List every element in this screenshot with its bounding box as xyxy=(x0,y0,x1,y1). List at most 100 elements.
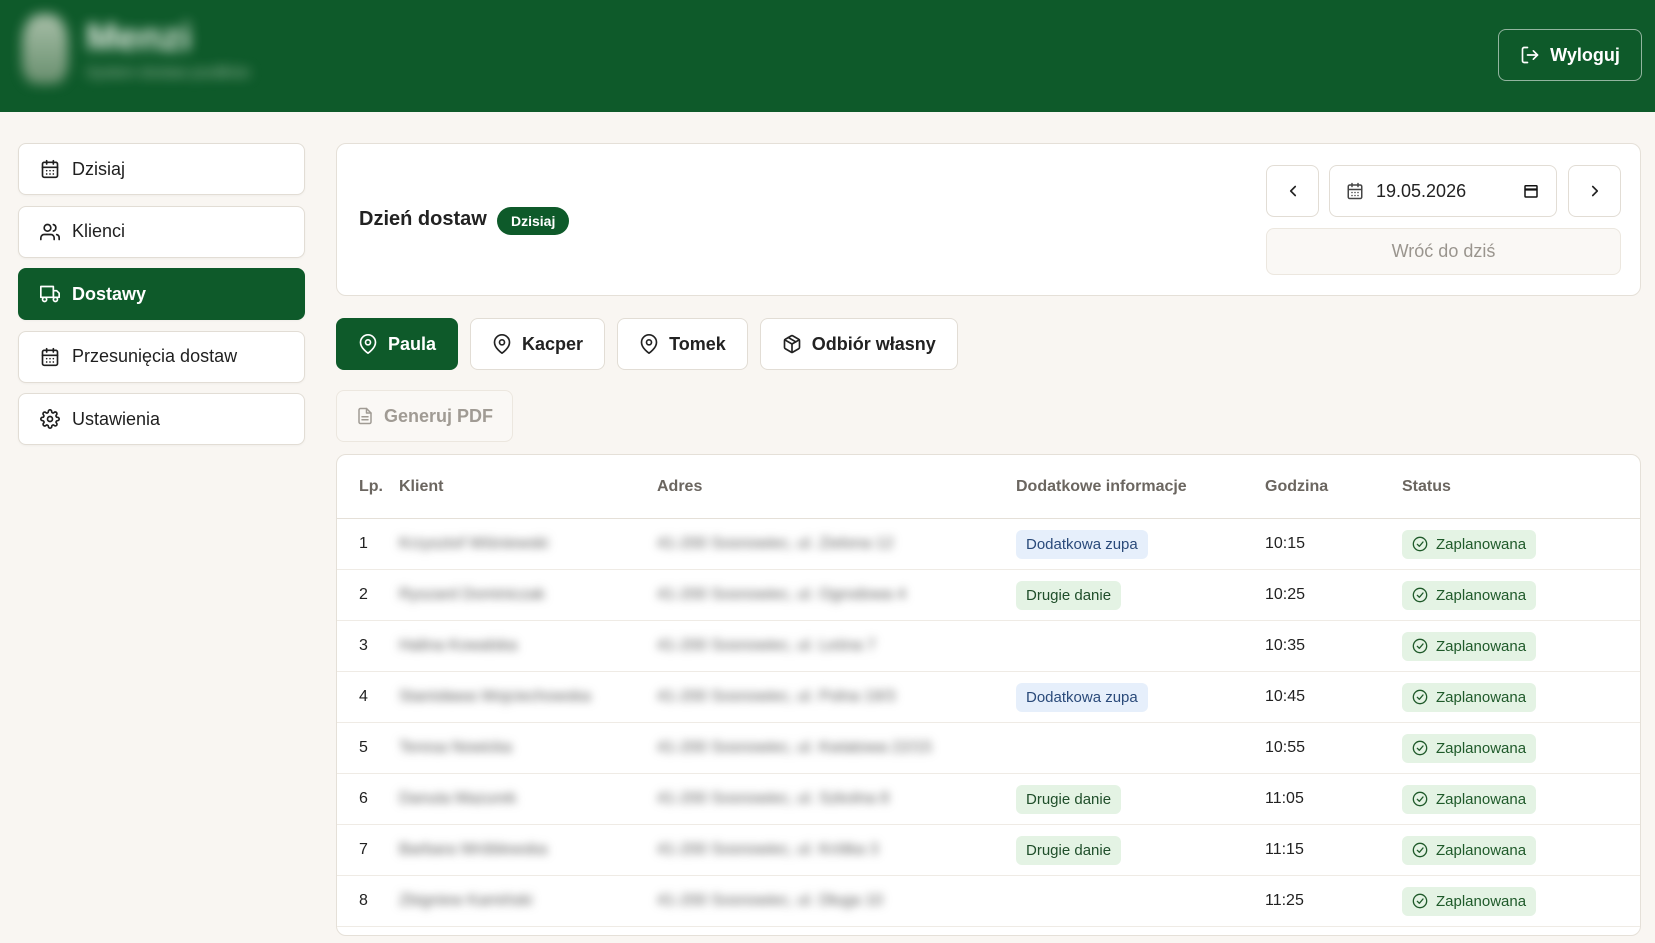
cell-client: Stanisława Wojciechowska xyxy=(399,688,591,705)
sidebar-item-label: Ustawienia xyxy=(72,408,161,429)
cell-client: Halina Kowalska xyxy=(399,637,518,654)
brand-subtitle: System dostaw posiłków xyxy=(86,64,250,81)
column-header-lp: Lp. xyxy=(359,477,383,495)
sidebar-item-przesuniecia[interactable]: Przesunięcia dostaw xyxy=(18,330,305,383)
check-circle-icon xyxy=(1412,740,1428,756)
table-row[interactable]: 7 Barbara Wróblewska 41-200 Sosnowiec, ul.… xyxy=(337,825,1640,876)
sidebar-item-ustawienia[interactable]: Ustawienia xyxy=(18,393,305,445)
logout-label: Wyloguj xyxy=(1550,44,1620,65)
status-badge: Zaplanowana xyxy=(1402,529,1537,559)
tab-label: Odbiór własny xyxy=(811,333,936,354)
cell-client: Danuta Mazurek xyxy=(399,790,517,807)
info-tag: Dodatkowa zupa xyxy=(1016,529,1148,559)
date-input[interactable]: 19.05.2026 xyxy=(1329,165,1557,217)
tab-odbior-wlasny[interactable]: Odbiór własny xyxy=(759,318,958,370)
cell-address: 41-200 Sosnowiec, ul. Zielona 12 xyxy=(657,535,894,552)
cell-info: Drugie danie xyxy=(1016,580,1265,610)
next-day-button[interactable] xyxy=(1568,165,1621,217)
cell-client: Zbigniew Kamiński xyxy=(399,892,533,909)
cell-time: 11:25 xyxy=(1265,892,1304,909)
tab-paula[interactable]: Paula xyxy=(336,318,459,370)
sidebar-item-dostawy[interactable]: Dostawy xyxy=(18,268,305,320)
cell-client: Barbara Wróblewska xyxy=(399,841,548,858)
cell-client: Teresa Nowicka xyxy=(399,739,512,756)
status-badge: Zaplanowana xyxy=(1402,580,1537,610)
calendar-picker-icon[interactable] xyxy=(1522,182,1540,200)
sidebar-item-label: Klienci xyxy=(72,221,126,241)
deliveries-table: Lp. Klient Adres Dodatkowe informacje Go… xyxy=(336,454,1641,936)
column-header-info: Dodatkowe informacje xyxy=(1016,477,1187,495)
column-header-adres: Adres xyxy=(657,477,703,495)
sidebar-item-label: Dostawy xyxy=(72,283,147,304)
status-label: Zaplanowana xyxy=(1436,790,1527,808)
column-header-godzina: Godzina xyxy=(1265,477,1329,495)
cell-lp: 3 xyxy=(359,637,368,654)
cell-time: 10:55 xyxy=(1265,739,1306,756)
info-tag: Drugie danie xyxy=(1016,835,1122,865)
check-circle-icon xyxy=(1412,587,1428,603)
sidebar-item-klienci[interactable]: Klienci xyxy=(18,205,305,258)
cell-lp: 2 xyxy=(359,586,368,603)
cell-client: Krzysztof Wiśniewski xyxy=(399,535,549,552)
file-text-icon xyxy=(358,407,372,425)
table-row[interactable]: 8 Zbigniew Kamiński 41-200 Sosnowiec, ul. … xyxy=(337,876,1640,927)
column-header-status: Status xyxy=(1402,477,1451,495)
previous-day-button[interactable] xyxy=(1266,165,1319,217)
table-row[interactable]: 4 Stanisława Wojciechowska 41-200 Sosnowie… xyxy=(337,672,1640,723)
cell-address: 41-200 Sosnowiec, ul. Kwiatowa 22/15 xyxy=(657,739,932,756)
table-row[interactable]: 5 Teresa Nowicka 41-200 Sosnowiec, ul. Kwi… xyxy=(337,723,1640,774)
table-row[interactable]: 6 Danuta Mazurek 41-200 Sosnowiec, ul. Szk… xyxy=(337,774,1640,825)
back-to-today-button[interactable]: Wróć do dziś xyxy=(1266,228,1621,275)
cell-address: 41-200 Sosnowiec, ul. Leśna 7 xyxy=(657,637,876,654)
users-icon xyxy=(40,223,60,240)
cell-time: 11:05 xyxy=(1265,790,1304,807)
cell-info: Drugie danie xyxy=(1016,784,1265,814)
table-row[interactable]: 1 Krzysztof Wiśniewski 41-200 Sosnowiec, u… xyxy=(337,519,1640,570)
status-label: Zaplanowana xyxy=(1436,535,1527,553)
check-circle-icon xyxy=(1412,638,1428,654)
chevron-left-icon xyxy=(1289,185,1296,197)
cell-time: 10:45 xyxy=(1265,688,1306,705)
courier-tabs: Paula Kacper Tomek Odbiór własny xyxy=(336,318,958,370)
table-row[interactable]: 2 Ryszard Dominiczak 41-200 Sosnowiec, ul.… xyxy=(337,570,1640,621)
generate-pdf-button[interactable]: Generuj PDF xyxy=(336,390,513,442)
delivery-day-card: Dzień dostaw Dzisiaj 19.05.2026 Wróć do … xyxy=(336,143,1641,296)
sidebar-item-label: Przesunięcia dostaw xyxy=(72,346,238,366)
brand-name: Menzi xyxy=(86,17,192,59)
cell-info: Drugie danie xyxy=(1016,835,1265,865)
status-label: Zaplanowana xyxy=(1436,841,1527,859)
status-label: Zaplanowana xyxy=(1436,586,1527,604)
tab-kacper[interactable]: Kacper xyxy=(470,318,606,370)
status-label: Zaplanowana xyxy=(1436,892,1527,910)
calendar-icon xyxy=(1347,182,1363,200)
cell-lp: 5 xyxy=(359,739,368,756)
cell-address: 41-200 Sosnowiec, ul. Ogrodowa 4 xyxy=(657,586,907,603)
cell-lp: 8 xyxy=(359,892,368,909)
sidebar: Dzisiaj Klienci Dostawy Przesunięcia dos… xyxy=(18,143,305,456)
today-badge: Dzisiaj xyxy=(497,207,570,235)
cell-lp: 6 xyxy=(359,790,368,807)
tab-tomek[interactable]: Tomek xyxy=(617,318,748,370)
date-value: 19.05.2026 xyxy=(1376,180,1467,201)
cell-address: 41-200 Sosnowiec, ul. Polna 19/3 xyxy=(657,688,896,705)
cell-lp: 7 xyxy=(359,841,368,858)
pdf-label: Generuj PDF xyxy=(383,405,494,426)
cell-address: 41-200 Sosnowiec, ul. Krótka 3 xyxy=(657,841,879,858)
tab-label: Tomek xyxy=(669,333,726,354)
info-tag: Drugie danie xyxy=(1016,784,1122,814)
cell-info: Dodatkowa zupa xyxy=(1016,682,1265,712)
log-out-icon xyxy=(1521,46,1539,64)
cell-time: 10:25 xyxy=(1265,586,1306,603)
cell-lp: 1 xyxy=(359,535,368,552)
gear-icon xyxy=(40,409,60,429)
logout-button[interactable]: Wyloguj xyxy=(1498,29,1642,81)
status-label: Zaplanowana xyxy=(1436,637,1527,655)
sidebar-item-label: Dzisiaj xyxy=(72,158,126,179)
sidebar-item-dzisiaj[interactable]: Dzisiaj xyxy=(18,143,305,195)
truck-icon xyxy=(40,285,60,303)
table-row[interactable]: 3 Halina Kowalska 41-200 Sosnowiec, ul. Le… xyxy=(337,621,1640,672)
check-circle-icon xyxy=(1412,689,1428,705)
brand-logo xyxy=(22,14,68,84)
tab-label: Kacper xyxy=(522,333,584,354)
cell-lp: 4 xyxy=(359,688,368,705)
